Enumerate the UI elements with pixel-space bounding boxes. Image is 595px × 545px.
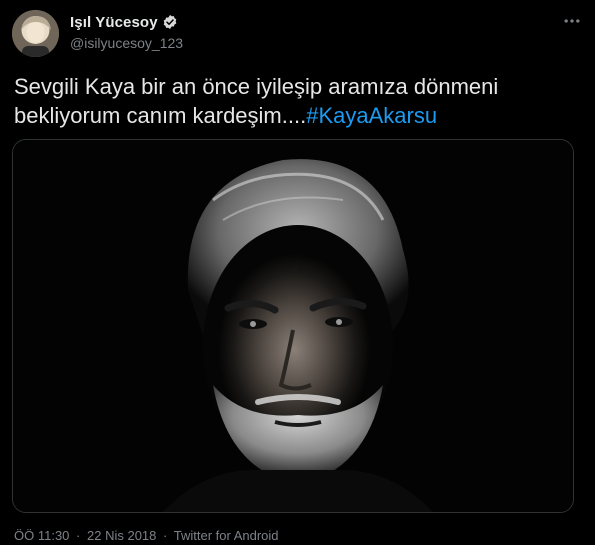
more-options-icon[interactable]	[559, 10, 585, 32]
avatar[interactable]	[12, 10, 59, 57]
tweet-time[interactable]: ÖÖ 11:30	[14, 528, 69, 543]
meta-separator-2: ·	[163, 528, 168, 543]
verified-badge-icon	[162, 14, 178, 30]
display-name[interactable]: Işıl Yücesoy	[70, 14, 158, 31]
author-block: Işıl Yücesoy @isilyucesoy_123	[70, 12, 183, 52]
tweet-card: Işıl Yücesoy @isilyucesoy_123 Sevgili Ka…	[0, 0, 595, 545]
tweet-source[interactable]: Twitter for Android	[174, 528, 279, 543]
meta-separator: ·	[76, 528, 81, 543]
tweet-date[interactable]: 22 Nis 2018	[87, 528, 156, 543]
hashtag-link[interactable]: #KayaAkarsu	[306, 103, 437, 128]
portrait-photo	[13, 140, 573, 512]
tweet-text: Sevgili Kaya bir an önce iyileşip aramız…	[14, 72, 574, 130]
tweet-meta: ÖÖ 11:30 · 22 Nis 2018 · Twitter for And…	[14, 528, 279, 543]
tweet-photo[interactable]	[12, 139, 574, 513]
avatar-image	[12, 10, 59, 57]
user-handle[interactable]: @isilyucesoy_123	[70, 35, 183, 51]
name-row: Işıl Yücesoy	[70, 12, 183, 32]
